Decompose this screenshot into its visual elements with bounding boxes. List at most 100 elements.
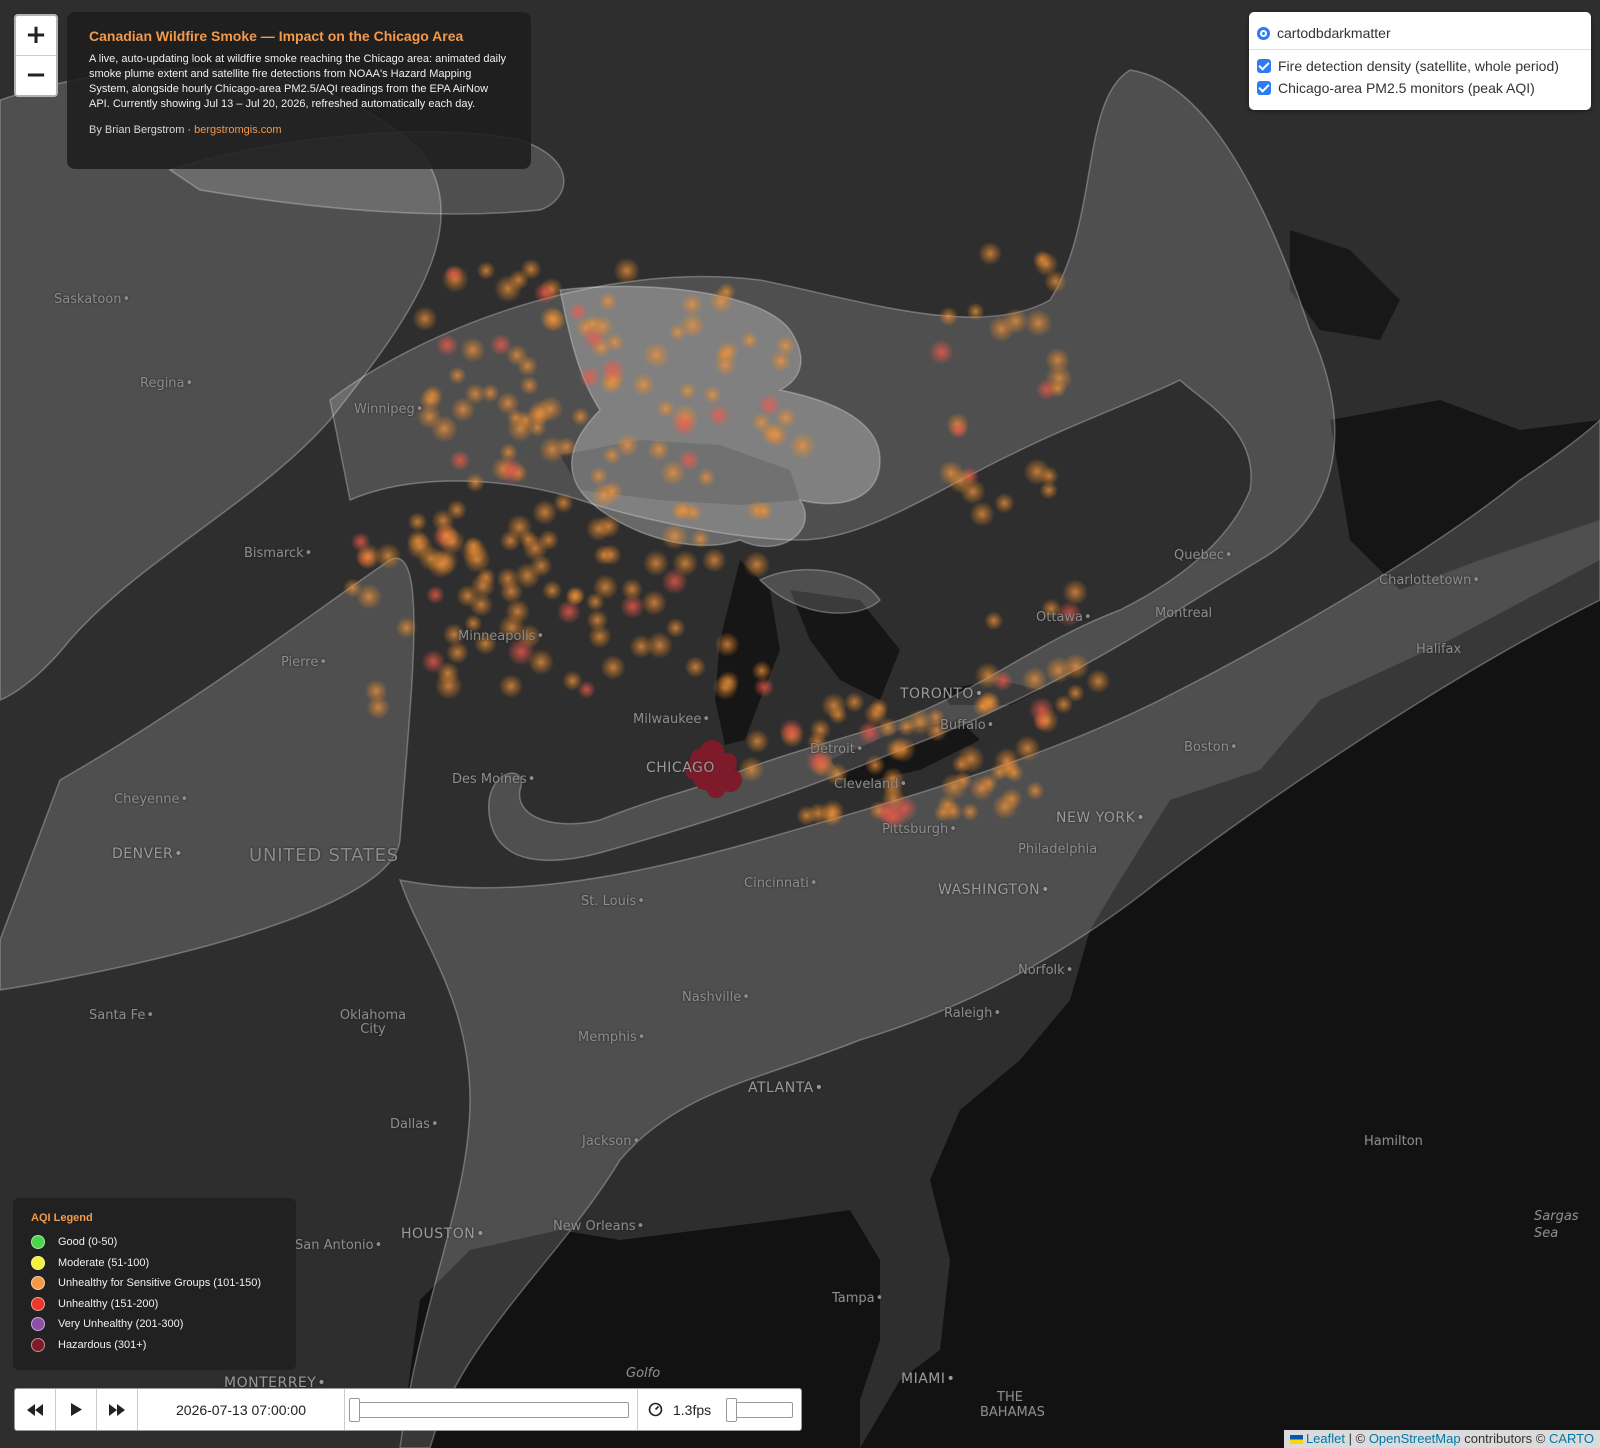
city-label: Cincinnati — [744, 876, 818, 891]
fire-detection-point — [507, 415, 534, 443]
fire-detection-point — [672, 550, 699, 577]
fire-detection-point — [984, 611, 1004, 631]
legend-swatch — [31, 1235, 45, 1250]
fire-detection-point — [1021, 666, 1048, 693]
city-label: MIAMI — [901, 1371, 955, 1387]
zoom-out-button[interactable]: − — [16, 56, 56, 95]
basemap-radio[interactable] — [1257, 26, 1270, 40]
leaflet-link[interactable]: Leaflet — [1306, 1431, 1345, 1446]
fire-detection-point — [1044, 656, 1073, 684]
fire-detection-point — [395, 616, 418, 639]
fire-detection-point — [643, 550, 669, 577]
fire-detection-point — [1048, 379, 1067, 398]
fire-detection-point — [702, 385, 723, 405]
fast-forward-icon — [109, 1403, 125, 1416]
play-button[interactable] — [56, 1389, 97, 1430]
time-slider[interactable] — [345, 1389, 638, 1430]
step-backward-button[interactable] — [15, 1389, 56, 1430]
rewind-icon — [27, 1403, 43, 1416]
ukraine-flag-icon — [1289, 1435, 1303, 1445]
basemap-option[interactable]: cartodbdarkmatter — [1257, 22, 1583, 44]
fire-detection-point — [565, 587, 584, 607]
city-label: Pierre — [281, 655, 327, 670]
fire-detection-point — [494, 274, 522, 303]
info-panel: Canadian Wildfire Smoke — Impact on the … — [67, 12, 531, 169]
fire-detection-point — [539, 306, 565, 331]
speed-slider-handle[interactable] — [726, 1398, 737, 1422]
fire-detection-point — [516, 355, 539, 377]
fire-detection-point — [533, 281, 556, 304]
author-website-link[interactable]: bergstromgis.com — [194, 124, 281, 136]
fire-detection-point — [844, 691, 865, 713]
step-forward-button[interactable] — [97, 1389, 138, 1430]
fire-detection-point — [446, 641, 469, 665]
city-label: Tampa — [832, 1291, 883, 1306]
fire-detection-point — [586, 516, 611, 542]
fire-detection-point — [496, 391, 520, 415]
speed-label: 1.3fps — [673, 1401, 712, 1418]
fire-detection-point — [738, 756, 765, 783]
fire-detection-point — [600, 654, 626, 681]
fire-detection-point — [406, 529, 430, 553]
fire-detection-point — [702, 547, 727, 573]
overlay-option-fire-density[interactable]: Fire detection density (satellite, whole… — [1257, 55, 1583, 77]
osm-link[interactable]: OpenStreetMap — [1369, 1431, 1461, 1446]
fire-detection-point — [463, 536, 483, 556]
legend-swatch — [31, 1276, 45, 1291]
fire-detection-point — [444, 264, 464, 284]
fire-detection-point — [1004, 763, 1024, 783]
fire-detection-point — [537, 395, 564, 422]
water-label: Golfo — [626, 1366, 661, 1381]
fire-detection-point — [1054, 694, 1074, 714]
fire-detection-point — [665, 617, 686, 638]
page-title: Canadian Wildfire Smoke — Impact on the … — [89, 28, 464, 44]
city-label: Bismarck — [244, 546, 312, 561]
fire-detection-point — [966, 302, 985, 321]
legend-item-unhealthy: Unhealthy (151-200) — [31, 1294, 278, 1315]
fire-density-checkbox[interactable] — [1257, 59, 1271, 73]
fire-detection-point — [449, 449, 471, 472]
fire-detection-point — [598, 291, 618, 312]
fire-detection-point — [778, 718, 804, 744]
fire-detection-point — [796, 805, 817, 826]
fire-detection-point — [556, 436, 577, 458]
pm25-monitors-checkbox[interactable] — [1257, 81, 1271, 95]
fire-detection-point — [647, 438, 670, 462]
city-label: Minneapolis — [458, 629, 544, 644]
fire-detection-point — [938, 460, 964, 486]
fire-detection-point — [343, 578, 363, 598]
fire-detection-point — [448, 366, 467, 385]
fire-detection-point — [464, 383, 486, 405]
zoom-in-button[interactable]: + — [16, 16, 56, 56]
time-slider-handle[interactable] — [349, 1398, 360, 1422]
fire-detection-point — [960, 802, 980, 821]
carto-link[interactable]: CARTO — [1549, 1431, 1594, 1446]
description-text: A live, auto-updating look at wildfire s… — [89, 53, 507, 110]
fire-detection-point — [460, 337, 486, 363]
city-label: St. Louis — [581, 894, 645, 909]
overlay-option-pm25-monitors[interactable]: Chicago-area PM2.5 monitors (peak AQI) — [1257, 77, 1583, 99]
fire-detection-point — [877, 717, 898, 738]
fire-detection-point — [656, 399, 676, 419]
fire-detection-point — [717, 670, 740, 693]
fire-detection-point — [641, 590, 667, 616]
fire-detection-point — [498, 674, 524, 699]
legend-item-very-unhealthy: Very Unhealthy (201-300) — [31, 1314, 278, 1335]
fire-detection-point — [1024, 309, 1053, 337]
fire-detection-point — [1032, 250, 1052, 269]
fire-detection-point — [677, 448, 701, 472]
fire-detection-point — [668, 323, 687, 342]
attribution: Leaflet | © OpenStreetMap contributors ©… — [1283, 1430, 1600, 1448]
city-label: THE BAHAMAS — [980, 1390, 1045, 1420]
layers-separator — [1249, 49, 1591, 50]
city-label: HOUSTON — [401, 1226, 485, 1242]
fire-detection-point — [505, 599, 531, 624]
city-label: Buffalo — [940, 718, 994, 733]
legend-label: Very Unhealthy (201-300) — [58, 1318, 184, 1331]
fire-detection-point — [959, 478, 986, 505]
current-time-display: 2026-07-13 07:00:00 — [138, 1389, 345, 1430]
legend-label: Unhealthy for Sensitive Groups (101-150) — [58, 1277, 261, 1290]
city-label: Regina — [140, 376, 193, 391]
fire-detection-point — [593, 544, 614, 566]
legend-item-hazardous: Hazardous (301+) — [31, 1335, 278, 1356]
